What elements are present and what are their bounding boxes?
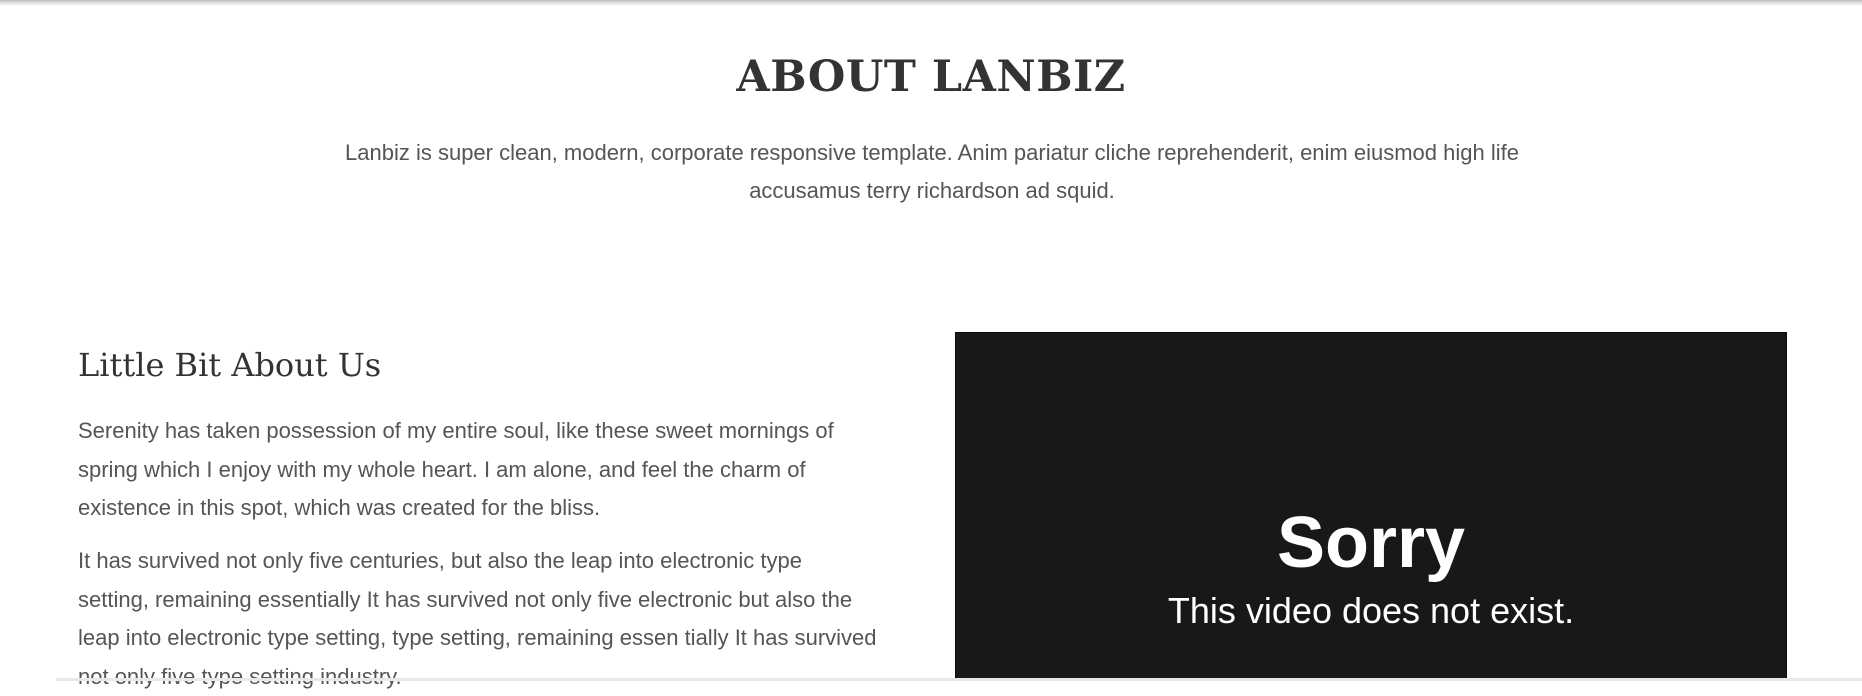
video-player[interactable]: Sorry This video does not exist. (955, 332, 1787, 681)
about-heading: Little Bit About Us (78, 346, 382, 384)
header-shadow (0, 0, 1862, 6)
section-title: ABOUT LANBIZ (736, 52, 1126, 102)
section-intro: Lanbiz is super clean, modern, corporate… (345, 140, 1519, 203)
about-paragraph: It has survived not only five centuries,… (78, 548, 877, 689)
video-error-message: This video does not exist. (1167, 590, 1575, 631)
about-paragraph: Serenity has taken possession of my enti… (78, 418, 834, 520)
video-error-title: Sorry (1276, 503, 1466, 583)
